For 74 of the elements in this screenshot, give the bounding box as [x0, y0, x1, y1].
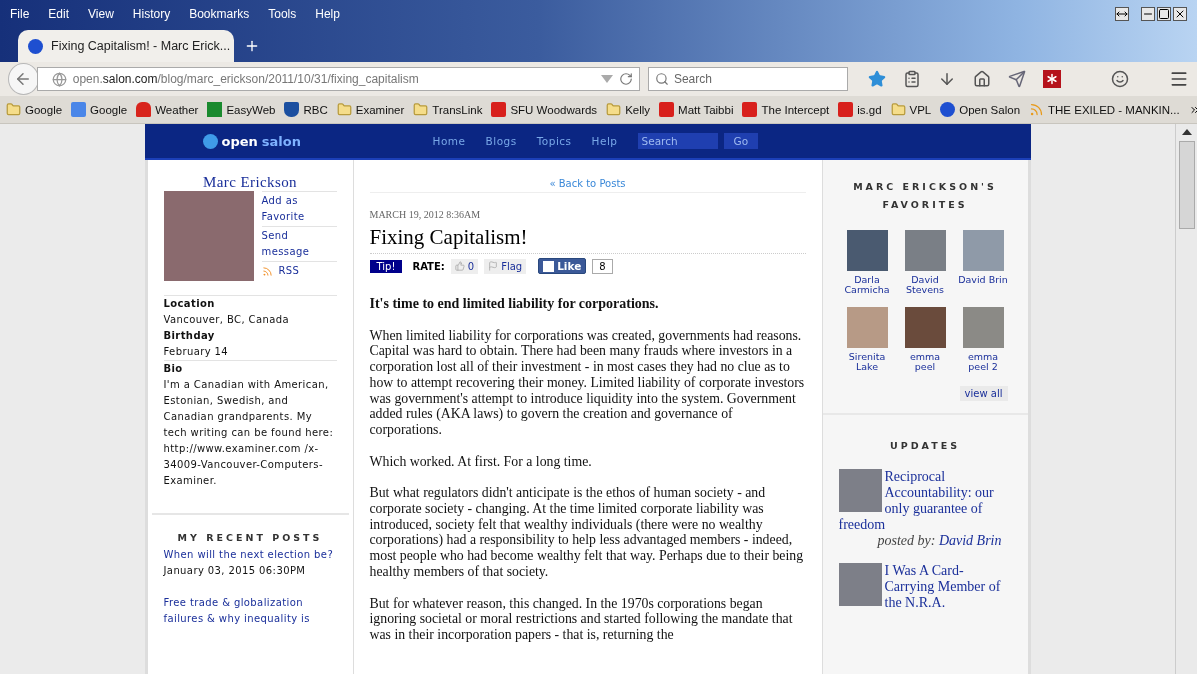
flag-button[interactable]: Flag: [484, 258, 527, 274]
address-field[interactable]: open.salon.com/blog/marc_erickson/2011/10/31/fixing_capitalism: [36, 67, 640, 91]
menu-item[interactable]: Tools: [268, 7, 297, 21]
bookmark-item[interactable]: SFU Woodwards: [491, 102, 598, 117]
field-label: Bio: [163, 360, 337, 377]
nav-link[interactable]: Home: [432, 135, 466, 147]
favorite-name[interactable]: Sirenita Lake: [841, 352, 893, 372]
bookmark-item[interactable]: TransLink: [413, 102, 483, 117]
profile-link[interactable]: Send message: [261, 226, 337, 261]
back-link[interactable]: « Back to Posts: [369, 178, 806, 193]
menu-item[interactable]: Bookmarks: [189, 7, 250, 21]
browser-tab[interactable]: Fixing Capitalism! - Marc Erick...: [18, 30, 234, 62]
menu-item[interactable]: File: [10, 7, 30, 21]
bookmark-item[interactable]: THE EXILED - MANKIN...: [1029, 102, 1180, 117]
posted-by-text: posted by: David Brin: [876, 533, 1003, 549]
bookmark-item[interactable]: Weather: [136, 102, 199, 117]
field-label: Birthday: [163, 329, 216, 343]
bookmark-item[interactable]: Examiner: [336, 102, 405, 117]
post-title: Fixing Capitalism!: [369, 225, 806, 254]
site-logo[interactable]: open salon: [202, 133, 433, 149]
rss-link[interactable]: RSS: [261, 261, 337, 280]
update-link[interactable]: I Was A Card-Carrying Member of the N.R.A.: [838, 563, 1012, 611]
nav-link[interactable]: Topics: [536, 135, 572, 147]
lead-paragraph: It's time to end limited liability for corporations.: [369, 296, 660, 312]
bookmark-item[interactable]: The Intercept: [742, 102, 830, 117]
menu-item[interactable]: View: [88, 7, 114, 21]
profile-link[interactable]: Add as Favorite: [261, 191, 337, 226]
like-button[interactable]: Like: [538, 258, 587, 274]
bookmark-item[interactable]: Google: [6, 102, 63, 117]
section-title: UPDATES: [889, 439, 961, 453]
like-count: 8: [592, 258, 613, 274]
section-title: MARC ERICKSON'S FAVORITES: [852, 180, 998, 212]
bookmark-item[interactable]: Kelly: [606, 102, 651, 117]
author-link[interactable]: David Brin: [938, 533, 1002, 548]
favorite-name[interactable]: Darla Carmicha: [841, 275, 893, 295]
article-paragraph: Which worked. At first. For a long time.: [369, 453, 593, 470]
bookmark-item[interactable]: VPL: [890, 102, 932, 117]
field-value: February 14: [163, 345, 230, 359]
post-link[interactable]: Free trade & globalization failures & why inequality is: [163, 595, 337, 627]
post-link[interactable]: When will the next election be?: [163, 547, 337, 563]
tip-button[interactable]: Tip!: [369, 259, 403, 273]
tab-title: Fixing Capitalism! - Marc Erick...: [51, 39, 231, 53]
article-paragraph: When limited liability for corporations was created, governments had reasons. Capital was hard to obtain. There had been many frauds where investors in a corporation lost all of their investment - in most cases they had no clue as to how to attempt recovering their money. Limited liability of corporate investors was government's attempt to introduce liquidity into the system. Government added rules (AKA laws) to govern the creation and governance of corporations.: [369, 327, 806, 438]
author-name[interactable]: Marc Erickson: [147, 174, 353, 191]
search-field[interactable]: Search: [647, 67, 848, 91]
update-link[interactable]: Reciprocal Accountability: our only guarantee of freedom: [838, 469, 1012, 533]
bookmark-item[interactable]: EasyWeb: [207, 102, 276, 117]
favorite-name[interactable]: emma peel 2: [957, 352, 1009, 372]
view-all-link[interactable]: view all: [959, 386, 1008, 401]
bookmark-item[interactable]: Matt Taibbi: [659, 102, 734, 117]
menu-item[interactable]: History: [132, 7, 171, 21]
menu-item[interactable]: Edit: [48, 7, 70, 21]
bookmark-item[interactable]: Google: [71, 102, 128, 117]
post-date: MARCH 19, 2012 8:36AM: [369, 209, 482, 220]
field-label: Location: [163, 297, 216, 311]
favorite-name[interactable]: David Stevens: [899, 275, 951, 295]
nav-link[interactable]: Help: [591, 135, 618, 147]
rate-label: RATE:: [412, 260, 445, 272]
favorite-name[interactable]: David Brin: [957, 275, 1009, 285]
article-paragraph: But what regulators didn't anticipate is the ethos of human society - and corporate society - changing. At the time limited corporate liability was introduced, society felt that wealthy individuals (there were no wealthy corporations) had a responsibility to help less advantaged members - indeed, most people who had become wealthy felt that way. Perhaps due to their being healthy members of that society.: [369, 485, 805, 580]
post-date: January 03, 2015 06:30PM: [163, 564, 307, 578]
field-value: Vancouver, BC, Canada: [163, 313, 290, 327]
favorite-name[interactable]: emma peel: [899, 352, 951, 372]
article-paragraph: But for whatever reason, this changed. In the 1970s corporations began ignoring societal or moral restrictions and started following the mandate that was in their incorporation papers - that is, returning the: [369, 595, 794, 643]
bookmark-item[interactable]: Open Salon: [940, 102, 1021, 117]
bookmark-item[interactable]: RBC: [284, 102, 328, 117]
field-value: I'm a Canadian with American, Estonian, Swedish, and Canadian grandparents. My tech writing can be found here: http://www.examiner.com /x-34009-Vancouver-Computers-Examiner.: [163, 378, 335, 488]
bookmark-item[interactable]: is.gd: [838, 102, 882, 117]
nav-link[interactable]: Blogs: [485, 135, 517, 147]
menu-item[interactable]: Help: [315, 7, 340, 21]
section-title: MY RECENT POSTS: [176, 531, 324, 545]
go-button[interactable]: Go: [723, 133, 759, 149]
site-search-field[interactable]: Search: [637, 133, 718, 149]
rate-button[interactable]: 0: [450, 258, 479, 274]
